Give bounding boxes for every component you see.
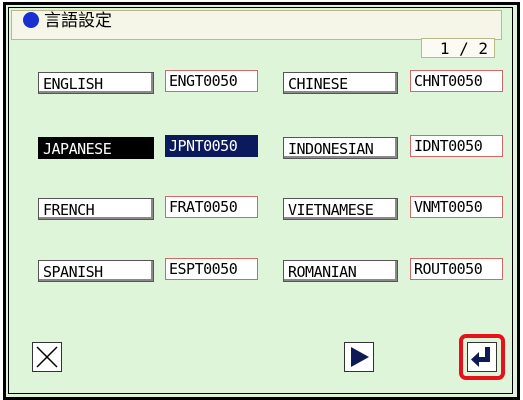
language-code-english: ENGT0050 <box>165 70 258 92</box>
cancel-button[interactable] <box>32 342 62 372</box>
page-indicator: 1 / 2 <box>421 38 495 58</box>
play-right-icon <box>351 347 369 367</box>
language-code-indonesian: IDNT0050 <box>410 135 503 157</box>
language-code-french: FRAT0050 <box>165 196 258 218</box>
next-page-button[interactable] <box>344 342 374 372</box>
language-button-indonesian[interactable]: INDONESIAN <box>283 137 398 159</box>
close-icon <box>36 346 58 368</box>
language-button-spanish[interactable]: SPANISH <box>38 260 154 282</box>
title-indicator-dot-icon <box>23 12 39 28</box>
language-code-romanian: ROUT0050 <box>410 258 503 280</box>
language-button-french[interactable]: FRENCH <box>38 198 154 220</box>
language-code-japanese: JPNT0050 <box>165 135 258 157</box>
language-button-vietnamese[interactable]: VIETNAMESE <box>283 198 398 220</box>
language-code-chinese: CHNT0050 <box>410 70 503 92</box>
enter-button[interactable] <box>467 342 497 372</box>
language-code-vietnamese: VNMT0050 <box>410 196 503 218</box>
language-button-english[interactable]: ENGLISH <box>38 72 154 94</box>
language-button-chinese[interactable]: CHINESE <box>283 72 398 94</box>
language-button-romanian[interactable]: ROMANIAN <box>283 260 398 282</box>
enter-return-icon <box>471 347 490 367</box>
language-code-spanish: ESPT0050 <box>165 258 258 280</box>
language-button-japanese[interactable]: JAPANESE <box>38 137 154 159</box>
page-title: 言語設定 <box>44 11 112 31</box>
